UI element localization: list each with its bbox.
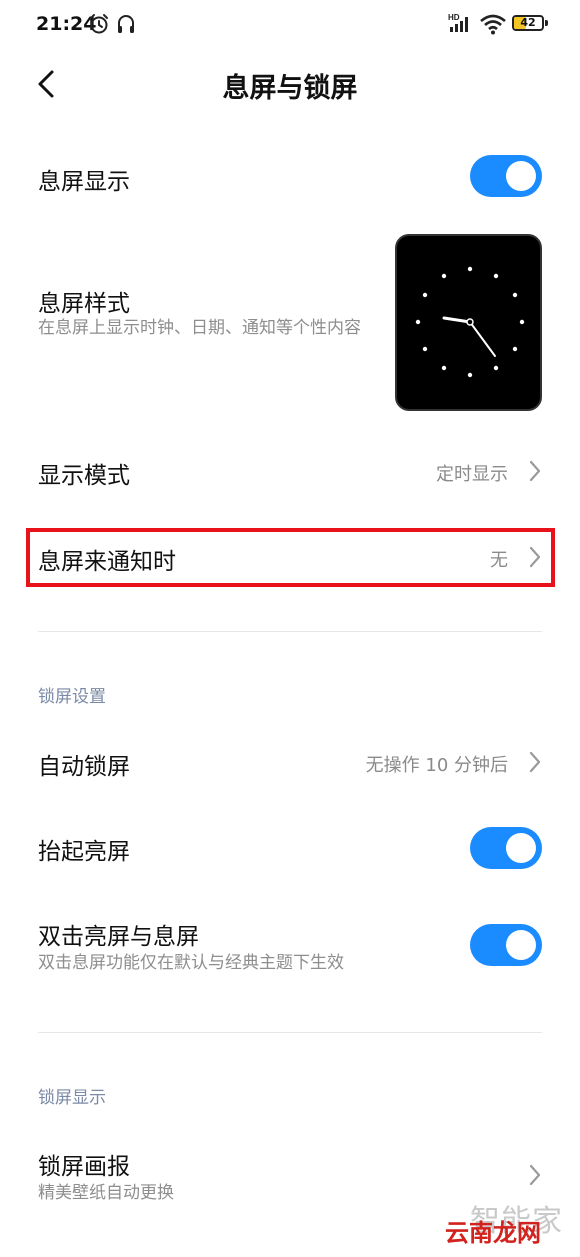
watermark-logo-text: 云南龙网 (445, 1219, 541, 1247)
chevron-right-icon (529, 751, 541, 773)
toggle-knob (506, 930, 536, 960)
double-tap-toggle[interactable] (470, 924, 542, 966)
aod-style-subtitle: 在息屏上显示时钟、日期、通知等个性内容 (38, 318, 361, 338)
auto-lock-title: 自动锁屏 (38, 754, 130, 780)
raise-to-wake-title: 抬起亮屏 (38, 839, 130, 865)
highlight-box (26, 528, 555, 587)
aod-mode-row[interactable]: 显示模式 定时显示 (0, 442, 580, 502)
divider (38, 631, 542, 632)
status-bar: 21:24 HD 42 (0, 0, 580, 50)
battery-level: 42 (520, 16, 536, 29)
section-title-lock-settings: 锁屏设置 (38, 687, 106, 707)
battery-icon: 42 (512, 15, 550, 33)
aod-mode-title: 显示模式 (38, 463, 130, 489)
raise-to-wake-row[interactable]: 抬起亮屏 (0, 818, 580, 878)
aod-style-title: 息屏样式 (38, 291, 130, 317)
signal-label: HD (448, 13, 460, 22)
aod-mode-value: 定时显示 (436, 464, 508, 485)
divider (38, 1032, 542, 1033)
cellular-signal-icon: HD (448, 13, 468, 32)
aod-display-toggle[interactable] (470, 155, 542, 197)
aod-display-row[interactable]: 息屏显示 (0, 148, 580, 208)
battery-nub (545, 20, 548, 26)
toggle-knob (506, 833, 536, 863)
raise-to-wake-toggle[interactable] (470, 827, 542, 869)
header: 息屏与锁屏 (0, 50, 580, 120)
auto-lock-value: 无操作 10 分钟后 (365, 755, 508, 776)
section-title-lock-display: 锁屏显示 (38, 1088, 106, 1108)
wallpaper-carousel-subtitle: 精美壁纸自动更换 (38, 1183, 174, 1203)
alarm-clock-icon (90, 14, 108, 34)
auto-lock-row[interactable]: 自动锁屏 无操作 10 分钟后 (0, 733, 580, 793)
toggle-knob (506, 161, 536, 191)
chevron-right-icon (529, 460, 541, 482)
double-tap-row[interactable]: 双击亮屏与息屏 双击息屏功能仅在默认与经典主题下生效 (0, 905, 580, 985)
chevron-right-icon (529, 1164, 541, 1186)
double-tap-subtitle: 双击息屏功能仅在默认与经典主题下生效 (38, 953, 344, 973)
headset-icon (118, 15, 134, 33)
double-tap-title: 双击亮屏与息屏 (38, 924, 199, 950)
aod-display-title: 息屏显示 (38, 169, 130, 195)
wifi-icon (480, 14, 506, 35)
screen: 21:24 HD 42 息屏与锁屏 息屏显示 息屏样式 在息屏上显示时钟、日期、… (0, 0, 580, 1257)
aod-style-preview[interactable] (395, 234, 542, 411)
page-title: 息屏与锁屏 (222, 73, 358, 104)
analog-clock-icon (415, 266, 525, 378)
wallpaper-carousel-title: 锁屏画报 (38, 1154, 130, 1180)
